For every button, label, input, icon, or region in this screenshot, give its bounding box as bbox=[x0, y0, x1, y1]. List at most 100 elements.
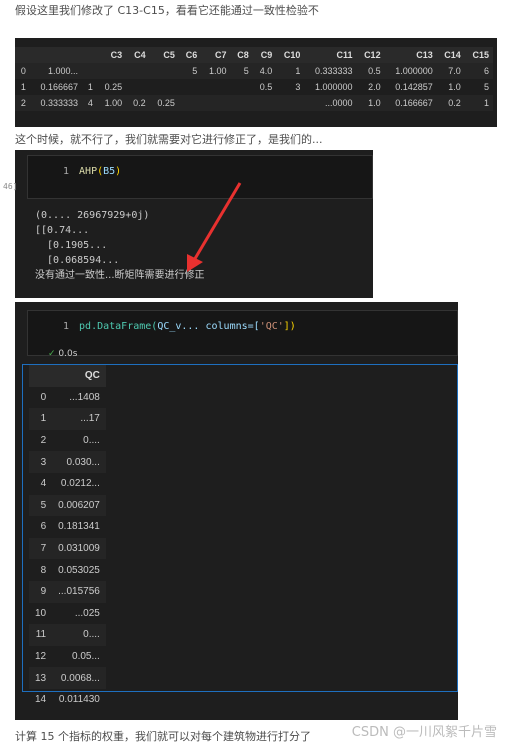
table-cell: 9 bbox=[29, 580, 53, 603]
line-number: 1 bbox=[63, 321, 70, 332]
column-header: C10 bbox=[276, 47, 305, 63]
table-cell bbox=[201, 79, 230, 95]
table-cell: 14 bbox=[35, 694, 47, 706]
table-cell bbox=[126, 63, 150, 79]
column-header bbox=[29, 47, 83, 63]
column-header: C14 bbox=[436, 47, 465, 63]
column-header: C6 bbox=[178, 47, 202, 63]
paragraph-weights: 计算 15 个指标的权重，我们就可以对每个建筑物进行打分了 bbox=[15, 730, 311, 743]
table-cell: 3 bbox=[29, 451, 53, 473]
table-cell: 5 bbox=[29, 494, 53, 517]
success-check-icon: ✓ bbox=[48, 349, 56, 359]
column-header: C15 bbox=[464, 47, 493, 63]
table-cell: 0.053025 bbox=[58, 564, 100, 576]
notebook-cell-ahp: 1 AHP(B5) 46] (0.... 26967929+0j) [[0.74..… bbox=[3, 150, 373, 298]
table-cell: 1.000000 bbox=[314, 82, 353, 92]
table-cell: 1 bbox=[87, 82, 93, 92]
table-row: 3 0.030... bbox=[29, 451, 106, 473]
table-cell: 6 bbox=[464, 63, 493, 79]
table-cell: 1.0 bbox=[448, 82, 461, 92]
column-header: C11 bbox=[304, 47, 357, 63]
table-row: 4 0.0212... bbox=[29, 473, 106, 495]
table-row: 0 ...1408 bbox=[29, 387, 106, 409]
column-header bbox=[15, 47, 30, 63]
code-b: QC_v... bbox=[157, 321, 200, 332]
column-header: C8 bbox=[230, 47, 253, 63]
table-cell: 0.5 bbox=[259, 82, 273, 92]
table-cell: 0.166667 bbox=[40, 82, 79, 92]
column-header bbox=[82, 47, 97, 63]
table-cell: 7 bbox=[29, 537, 53, 560]
table-row: 1 ...17 bbox=[29, 408, 106, 430]
table-cell: 6 bbox=[40, 521, 47, 533]
table-cell: 1.00 bbox=[201, 63, 231, 79]
table-cell: 10 bbox=[35, 607, 47, 619]
table-cell: 0.181341 bbox=[58, 521, 100, 533]
column-header: C7 bbox=[201, 47, 231, 63]
table-cell: 0.333333 bbox=[29, 95, 83, 111]
column-header: C9 bbox=[252, 47, 277, 63]
table-row: 7 0.031009 bbox=[29, 537, 106, 560]
table-cell: 0.25 bbox=[149, 95, 179, 111]
table-cell bbox=[82, 63, 97, 79]
table-row: 12 0.05... bbox=[29, 646, 106, 668]
matrix-table: C3 C4 C5 C6 C7 C8 C9 C10 C11 C12 C13 C14 C15 0 1.000..… bbox=[15, 47, 493, 111]
table-cell bbox=[230, 95, 253, 111]
column-header: C4 bbox=[126, 47, 150, 63]
table-cell bbox=[149, 63, 179, 79]
table-cell: 0.... bbox=[52, 624, 106, 646]
paragraph-intro: 假设这里我们修改了 C13-C15，看看它还能通过一致性检验不 bbox=[15, 4, 319, 17]
table-cell: 1.000... bbox=[29, 63, 83, 79]
table-row: 14 0.011430 bbox=[29, 689, 106, 711]
table-cell: 1.000000 bbox=[384, 63, 437, 79]
table-row: 11 0.... bbox=[29, 624, 106, 646]
table-cell: 1 bbox=[276, 63, 305, 79]
table-cell: 0.011430 bbox=[58, 694, 100, 706]
notebook-cell-qc: 1 pd.DataFrame(QC_v... columns=['QC']) ✓ … bbox=[15, 302, 458, 720]
table-cell: 4.0 bbox=[252, 63, 277, 79]
table-cell: 0.2 bbox=[436, 95, 465, 111]
table-cell: 4 bbox=[40, 478, 47, 490]
table-cell: 5 bbox=[230, 63, 253, 79]
paragraph-correction: 这个时候，就不行了，我们就需要对它进行修正了，是我们的... bbox=[15, 133, 323, 146]
table-row: 10 ...025 bbox=[29, 603, 106, 625]
code-str: 'QC' bbox=[259, 321, 284, 332]
code-c: columns=[ bbox=[199, 321, 260, 332]
table-cell: 0.25 bbox=[104, 82, 123, 92]
table-cell: 0 bbox=[15, 63, 30, 79]
code-d: ]) bbox=[283, 321, 296, 332]
table-cell: 0.... bbox=[83, 435, 100, 447]
table-cell: 0.166667 bbox=[384, 95, 437, 111]
table-row: 8 0.053025 bbox=[29, 559, 106, 581]
column-header: C12 bbox=[356, 47, 385, 63]
table-cell: 0.05... bbox=[72, 651, 100, 663]
exec-time: 0.0s bbox=[58, 349, 78, 359]
table-cell: 0.142857 bbox=[395, 82, 433, 92]
table-cell bbox=[179, 79, 201, 95]
table-cell: 2 bbox=[40, 435, 47, 447]
table-cell: 0.0068... bbox=[52, 667, 106, 689]
table-row: 9 ...015756 bbox=[29, 580, 106, 603]
table-cell: 0.030... bbox=[52, 451, 106, 473]
table-row: 2 0.333333 4 1.00 0.2 0.25 ...0000 1.0 0.166667 0… bbox=[15, 95, 493, 111]
table-cell: ...015756 bbox=[52, 580, 106, 603]
table-cell: 0 bbox=[40, 391, 47, 403]
table-cell bbox=[230, 79, 252, 95]
table-row: 5 0.006207 bbox=[29, 494, 106, 517]
column-header: C3 bbox=[96, 47, 127, 63]
table-cell: 7.0 bbox=[436, 63, 465, 79]
table-row: 6 0.181341 bbox=[29, 516, 106, 538]
table-cell bbox=[201, 95, 231, 111]
red-arrow-annotation bbox=[187, 182, 242, 272]
table-cell: 5 bbox=[483, 82, 489, 92]
table-cell: 0.006207 bbox=[52, 494, 106, 517]
table-cell bbox=[276, 95, 305, 111]
table-row: 2 0.... bbox=[29, 430, 106, 452]
table-cell: 1 bbox=[464, 95, 493, 111]
table-cell: 1.0 bbox=[356, 95, 385, 111]
table-cell: 0.2 bbox=[126, 95, 150, 111]
table-cell bbox=[178, 95, 202, 111]
code-cell[interactable]: 1 pd.DataFrame(QC_v... columns=['QC']) ✓ … bbox=[27, 310, 458, 359]
table-cell: 2.0 bbox=[368, 82, 381, 92]
table-cell bbox=[126, 79, 149, 95]
